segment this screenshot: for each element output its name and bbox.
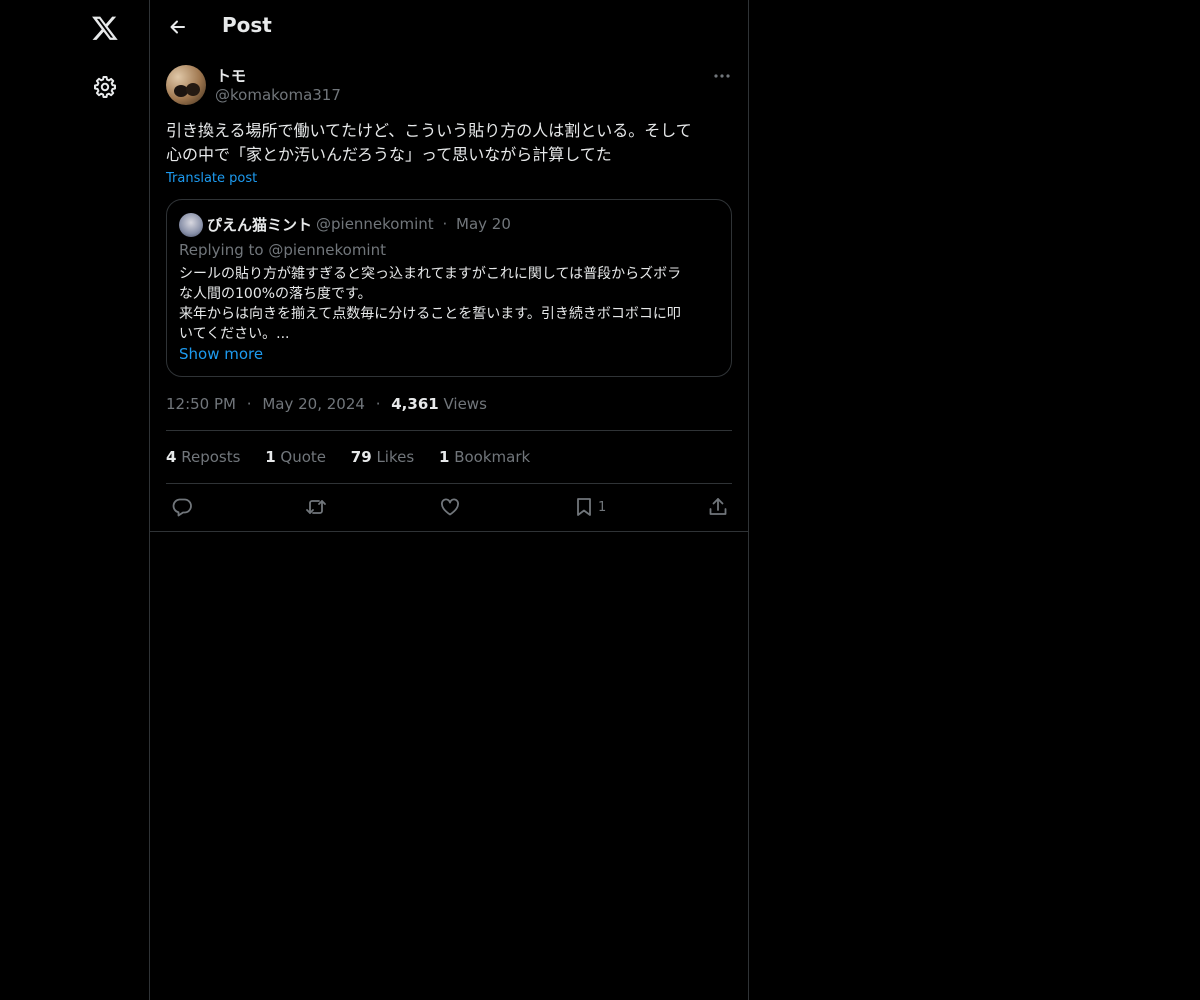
likes-count: 79 [350, 448, 372, 466]
post-detail-column: Post トモ @komakoma317 引き換える場所で働いてたけど、こういう… [149, 0, 749, 1000]
quoted-post[interactable]: ぴえん猫ミント @piennekomint · May 20 Replying … [166, 199, 732, 377]
divider [166, 430, 732, 431]
post-meta: 12:50 PM · May 20, 2024 · 4,361 Views [166, 395, 487, 413]
quotes-stat[interactable]: 1 Quote [265, 448, 326, 466]
quote-text-line: いてください。... [179, 326, 290, 342]
reply-icon[interactable] [171, 496, 193, 518]
bookmark-label: Bookmark [454, 448, 531, 466]
separator: · [442, 215, 448, 233]
reposts-label: Reposts [181, 448, 241, 466]
post-header: Post [150, 0, 748, 54]
bookmark-icon[interactable] [573, 496, 595, 518]
quote-label: Quote [280, 448, 327, 466]
engagement-stats: 4 Reposts 1 Quote 79 Likes 1 Bookmark [166, 448, 550, 466]
quote-meta: @piennekomint · May 20 [316, 215, 511, 233]
share-icon[interactable] [707, 496, 729, 518]
bookmark-count: 1 [438, 448, 450, 466]
separator: · [375, 395, 381, 413]
post-text-line: 心の中で「家とか汚いんだろうな」って思いながら計算してた [166, 145, 612, 164]
quote-author-name: ぴえん猫ミント [207, 216, 313, 234]
separator: · [246, 395, 252, 413]
bookmarks-stat[interactable]: 1 Bookmark [439, 448, 530, 466]
sidebar [0, 0, 149, 1000]
heart-icon[interactable] [439, 496, 461, 518]
page-title: Post [222, 13, 272, 37]
arrow-left-icon[interactable] [168, 17, 188, 37]
bookmark-action-count: 1 [598, 500, 607, 515]
quote-count: 1 [265, 448, 276, 466]
author-handle[interactable]: @komakoma317 [215, 86, 341, 104]
divider [150, 531, 748, 532]
show-more-link[interactable]: Show more [179, 345, 263, 363]
x-logo-icon[interactable] [91, 14, 119, 42]
quote-text: シールの貼り方が雑すぎると突っ込まれてますがこれに関しては普段からズボラ な人間… [179, 264, 721, 344]
post-text: 引き換える場所で働いてたけど、こういう貼り方の人は割といる。そして 心の中で「家… [166, 119, 736, 167]
quote-text-line: な人間の100%の落ち度です。 [179, 286, 372, 302]
reposts-stat[interactable]: 4 Reposts [166, 448, 240, 466]
translate-post-link[interactable]: Translate post [166, 171, 257, 186]
post-text-line: 引き換える場所で働いてたけど、こういう貼り方の人は割といる。そして [166, 121, 692, 140]
more-options-icon[interactable] [712, 66, 732, 86]
reposts-count: 4 [166, 448, 177, 466]
author-name[interactable]: トモ [216, 65, 246, 86]
views-label: Views [443, 395, 487, 413]
likes-stat[interactable]: 79 Likes [351, 448, 414, 466]
views-count: 4,361 [391, 395, 439, 413]
gear-icon[interactable] [93, 75, 117, 99]
quote-replying-to: Replying to @piennekomint [179, 241, 386, 259]
likes-label: Likes [376, 448, 415, 466]
avatar[interactable] [166, 65, 206, 105]
quote-date: May 20 [456, 215, 511, 233]
post-time[interactable]: 12:50 PM [166, 395, 236, 413]
post-date[interactable]: May 20, 2024 [262, 395, 365, 413]
quote-text-line: シールの貼り方が雑すぎると突っ込まれてますがこれに関しては普段からズボラ [179, 266, 682, 282]
repost-icon[interactable] [305, 496, 327, 518]
quote-avatar [179, 213, 203, 237]
action-bar: 1 [150, 484, 748, 531]
quote-text-line: 来年からは向きを揃えて点数毎に分けることを誓います。引き続きボコボコに叩 [179, 306, 681, 322]
quote-author-handle: @piennekomint [316, 215, 434, 233]
